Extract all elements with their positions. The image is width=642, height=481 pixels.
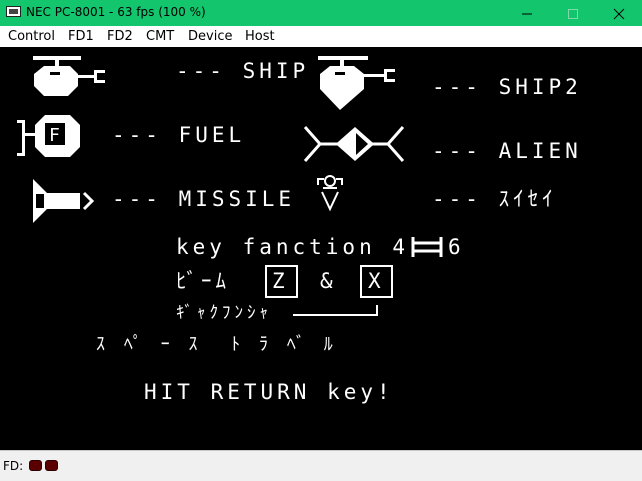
fd-status-label: FD:	[3, 459, 24, 473]
ship-sprite	[33, 56, 105, 96]
alien-sprite	[303, 126, 405, 162]
key-function-text: key fanction 4	[176, 235, 410, 259]
alien-label: --- ALIEN	[432, 139, 582, 163]
close-button[interactable]	[596, 0, 642, 26]
missile-label: --- MISSILE	[112, 187, 296, 211]
hit-return-prompt: HIT RETURN key!	[144, 380, 394, 404]
fd1-led	[29, 460, 42, 471]
menu-cmt[interactable]: CMT	[146, 29, 174, 44]
minimize-icon	[522, 13, 532, 15]
maximize-icon	[568, 9, 578, 19]
ship-label: --- SHIP	[176, 59, 310, 83]
window-title: NEC PC-8001 - 63 fps (100 %)	[26, 5, 206, 19]
menu-host[interactable]: Host	[245, 29, 275, 44]
gyakufunsha-label: ｷﾞｬｸﾌﾝｼｬ	[176, 303, 272, 323]
title-bar: NEC PC-8001 - 63 fps (100 %)	[0, 0, 642, 26]
key-z-letter: Z	[272, 269, 285, 293]
minimize-button[interactable]	[504, 0, 550, 26]
close-icon	[613, 8, 625, 20]
app-icon	[6, 6, 21, 17]
suisei-sprite	[317, 175, 343, 212]
maximize-button[interactable]	[550, 0, 596, 26]
gyakufunsha-line	[293, 305, 378, 316]
key-function-end: 6	[448, 235, 465, 259]
key-function-arrow	[411, 237, 443, 257]
fuel-letter: F	[49, 125, 60, 146]
emulator-screen[interactable]: --- SHIP --- SHIP2 --- FUEL --- ALIEN --…	[0, 47, 642, 450]
fd2-led	[45, 460, 58, 471]
menu-bar: Control FD1 FD2 CMT Device Host	[0, 26, 642, 47]
menu-control[interactable]: Control	[8, 29, 55, 44]
missile-sprite	[33, 179, 95, 223]
key-x-letter: X	[368, 269, 381, 293]
fuel-label: --- FUEL	[112, 123, 246, 147]
beam-label: ﾋﾞｰﾑ	[176, 269, 230, 293]
menu-device[interactable]: Device	[188, 29, 232, 44]
ship2-label: --- SHIP2	[432, 75, 582, 99]
ampersand: &	[320, 269, 337, 293]
game-title: ｽ ﾍﾟ ｰ ｽ ﾄ ﾗ ﾍﾞ ﾙ	[96, 334, 337, 355]
ship2-sprite	[318, 56, 395, 110]
status-bar: FD:	[0, 450, 642, 481]
menu-fd2[interactable]: FD2	[107, 29, 133, 44]
menu-fd1[interactable]: FD1	[68, 29, 94, 44]
suisei-label: --- ｽｲｾｲ	[432, 187, 557, 211]
